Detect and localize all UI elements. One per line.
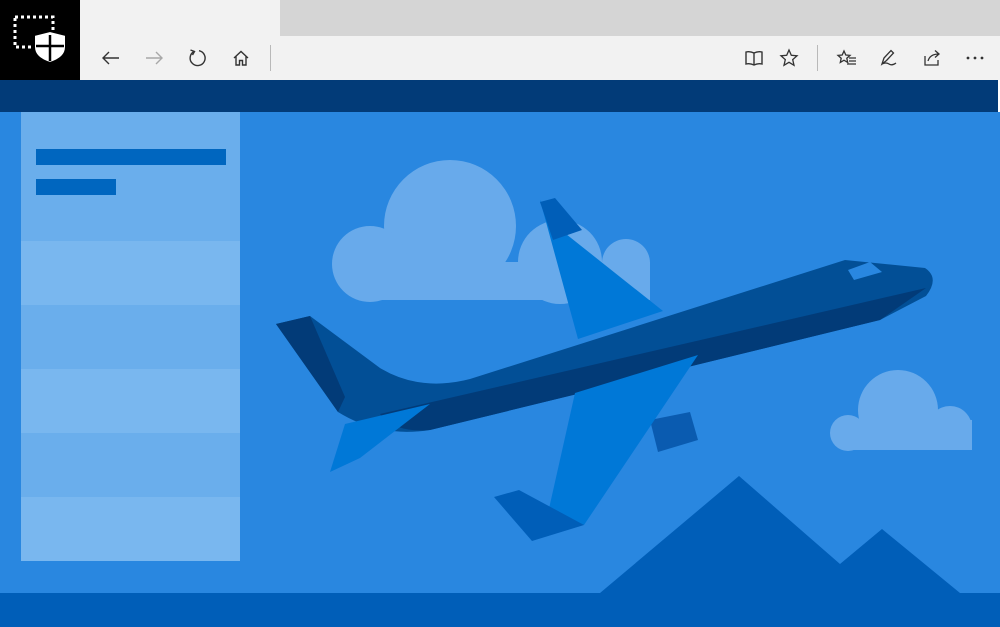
refresh-icon xyxy=(189,49,206,67)
skeleton-list-item xyxy=(21,305,240,369)
window-guard-shield-icon xyxy=(13,15,67,64)
book-icon xyxy=(745,50,763,66)
airplane-engine xyxy=(650,412,698,452)
favorites-hub-button[interactable] xyxy=(827,36,867,80)
toolbar-divider xyxy=(817,45,818,71)
arrow-right-icon xyxy=(146,51,163,65)
reading-view-button[interactable] xyxy=(734,36,774,80)
favorite-button[interactable] xyxy=(769,36,809,80)
star-list-icon xyxy=(836,49,856,65)
skeleton-list-item xyxy=(21,433,240,497)
skeleton-list-item xyxy=(21,369,240,433)
back-button[interactable] xyxy=(91,36,131,80)
skeleton-subtitle-bar xyxy=(36,179,116,195)
refresh-button[interactable] xyxy=(178,36,218,80)
toolbar-divider xyxy=(270,45,271,71)
skeleton-list-item xyxy=(21,497,240,561)
share-icon xyxy=(924,50,940,66)
skeleton-list-item xyxy=(21,241,240,305)
home-button[interactable] xyxy=(221,36,261,80)
mountains xyxy=(600,476,960,593)
page-header-bar xyxy=(0,80,998,112)
tab-strip xyxy=(0,0,1000,36)
side-panel xyxy=(21,112,240,561)
page-footer-bar xyxy=(0,593,1000,627)
more-button[interactable] xyxy=(955,36,995,80)
forward-button[interactable] xyxy=(134,36,174,80)
browser-window xyxy=(0,0,1000,627)
active-tab[interactable] xyxy=(80,0,280,36)
skeleton-title-bar xyxy=(36,149,226,165)
home-icon xyxy=(233,50,249,66)
page-viewport xyxy=(0,80,1000,627)
share-button[interactable] xyxy=(912,36,952,80)
pen-icon xyxy=(880,49,897,66)
cloud-small xyxy=(830,370,972,451)
web-note-button[interactable] xyxy=(868,36,908,80)
star-icon xyxy=(779,48,799,67)
ellipsis-icon xyxy=(966,56,984,60)
navigation-toolbar xyxy=(0,36,1000,80)
window-guard-badge xyxy=(0,0,80,80)
arrow-left-icon xyxy=(102,51,119,65)
